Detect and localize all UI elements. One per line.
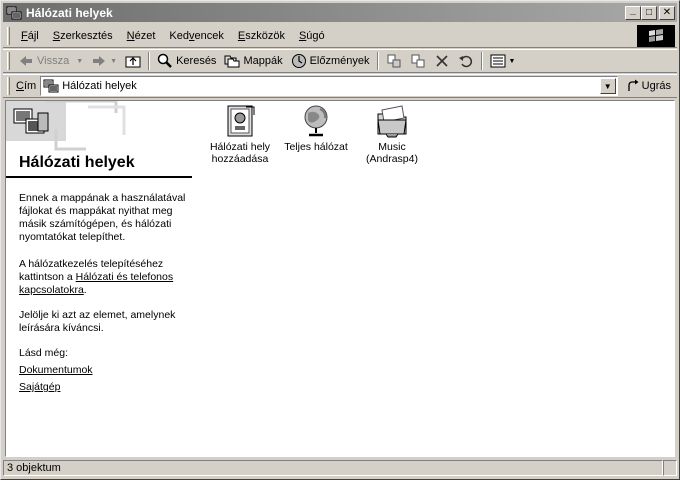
go-button[interactable]: Ugrás xyxy=(622,79,677,93)
menu-bar: Fájl Szerkesztés Nézet Kedvencek Eszközö… xyxy=(3,24,677,48)
windows-logo-icon xyxy=(637,25,675,47)
menu-file[interactable]: Fájl xyxy=(14,28,46,44)
search-icon xyxy=(157,53,172,68)
copy-to-button[interactable] xyxy=(406,50,430,72)
windows-flag-icon xyxy=(649,29,663,42)
search-button[interactable]: Keresés xyxy=(153,50,220,72)
my-computer-link[interactable]: Sajátgép xyxy=(19,381,60,393)
standard-toolbar: Vissza ▼ ▼ Keresés Mappák Előzmények ▼ xyxy=(3,49,677,73)
minimize-button[interactable]: _ xyxy=(625,4,641,20)
history-button[interactable]: Előzmények xyxy=(287,50,374,72)
views-dropdown-icon[interactable]: ▼ xyxy=(509,58,516,65)
title-bar[interactable]: Hálózati helyek _ □ ✕ xyxy=(3,3,677,22)
item-music-share[interactable]: Music (Andrasp4) xyxy=(354,104,430,165)
back-button[interactable]: Vissza ▼ xyxy=(14,50,87,72)
toolbar-separator xyxy=(480,52,483,70)
documents-link-row: Dokumentumok xyxy=(19,364,191,377)
address-bar: Cím Hálózati helyek ▼ Ugrás xyxy=(3,74,677,98)
views-icon xyxy=(490,54,505,68)
maximize-icon: □ xyxy=(645,6,653,18)
maximize-button[interactable]: □ xyxy=(641,5,657,20)
views-button[interactable]: ▼ xyxy=(486,50,520,72)
menu-favorites[interactable]: Kedvencek xyxy=(162,28,230,44)
forward-dropdown-icon[interactable]: ▼ xyxy=(110,58,117,65)
chevron-down-icon: ▼ xyxy=(603,81,612,91)
history-icon xyxy=(291,54,306,68)
status-bar: 3 objektum xyxy=(3,459,677,477)
toolbar-separator xyxy=(148,52,151,70)
network-places-icon xyxy=(6,6,22,19)
item-label-line1: Music xyxy=(378,141,406,153)
item-add-network-place[interactable]: Hálózati hely hozzáadása xyxy=(202,104,278,165)
content-area[interactable]: Hálózati helyek Ennek a mappának a haszn… xyxy=(5,100,675,457)
back-label: Vissza xyxy=(37,55,70,67)
info-paragraph-1: Ennek a mappának a használatával fájloka… xyxy=(19,192,186,243)
folders-icon xyxy=(224,55,240,68)
copy-to-icon xyxy=(411,54,424,68)
shared-folder-icon xyxy=(377,105,407,138)
close-icon: ✕ xyxy=(662,6,672,18)
address-label: Cím xyxy=(16,80,37,92)
resize-grip[interactable] xyxy=(663,460,677,476)
documents-link[interactable]: Dokumentumok xyxy=(19,364,93,376)
explorer-window: Hálózati helyek _ □ ✕ Fájl Szerkesztés N… xyxy=(0,0,680,480)
addressbar-grip[interactable] xyxy=(7,77,10,95)
menu-edit[interactable]: Szerkesztés xyxy=(46,28,120,44)
info-paragraph-3: Jelölje ki azt az elemet, amelynek leírá… xyxy=(19,309,176,334)
window-title: Hálózati helyek xyxy=(26,5,113,20)
up-folder-button[interactable] xyxy=(121,50,145,72)
close-button[interactable]: ✕ xyxy=(659,5,675,20)
add-network-place-icon xyxy=(227,105,255,137)
go-label: Ugrás xyxy=(641,80,671,92)
webview-info-pane: Hálózati helyek Ennek a mappának a haszn… xyxy=(6,101,194,456)
menubar-grip[interactable] xyxy=(7,26,10,45)
info-pane-divider xyxy=(6,176,192,178)
menu-tools[interactable]: Eszközök xyxy=(231,28,292,44)
search-label: Keresés xyxy=(176,55,217,67)
back-arrow-icon xyxy=(20,56,32,66)
undo-button[interactable] xyxy=(454,50,478,72)
info-pane-title: Hálózati helyek xyxy=(19,154,135,171)
see-also-label: Lásd még: xyxy=(19,347,69,359)
go-arrow-icon xyxy=(628,79,639,91)
undo-icon xyxy=(458,55,472,68)
entire-network-globe-icon xyxy=(304,105,328,137)
history-label: Előzmények xyxy=(309,55,370,67)
move-to-button[interactable] xyxy=(382,50,406,72)
toolbar-separator xyxy=(376,52,379,70)
forward-button[interactable]: ▼ xyxy=(87,50,121,72)
menu-help[interactable]: Súgó xyxy=(292,28,332,44)
folders-label: Mappák xyxy=(243,55,283,67)
item-entire-network[interactable]: Teljes hálózat xyxy=(278,104,354,153)
back-dropdown-icon[interactable]: ▼ xyxy=(76,58,83,65)
minimize-icon: _ xyxy=(630,4,636,16)
menu-view[interactable]: Nézet xyxy=(120,28,163,44)
status-object-count: 3 objektum xyxy=(3,460,663,476)
forward-arrow-icon xyxy=(93,56,106,66)
folders-button[interactable]: Mappák xyxy=(220,50,286,72)
mycomputer-link-row: Sajátgép xyxy=(19,381,191,394)
item-label-line2: hozzáadása xyxy=(211,153,269,165)
item-label-line1: Teljes hálózat xyxy=(284,141,348,153)
item-label-line2: (Andrasp4) xyxy=(366,153,418,165)
info-paragraph-2: A hálózatkezelés telepítéséhez kattintso… xyxy=(19,258,174,296)
address-input[interactable]: Hálózati helyek ▼ xyxy=(40,76,618,96)
network-places-icon xyxy=(43,79,59,93)
toolbar-grip[interactable] xyxy=(7,52,10,70)
delete-button[interactable] xyxy=(430,50,454,72)
address-dropdown-button[interactable]: ▼ xyxy=(599,78,616,94)
move-to-icon xyxy=(387,54,400,68)
item-label-line1: Hálózati hely xyxy=(209,141,271,153)
up-folder-icon xyxy=(125,56,141,68)
delete-x-icon xyxy=(435,55,448,67)
address-value: Hálózati helyek xyxy=(62,80,137,92)
